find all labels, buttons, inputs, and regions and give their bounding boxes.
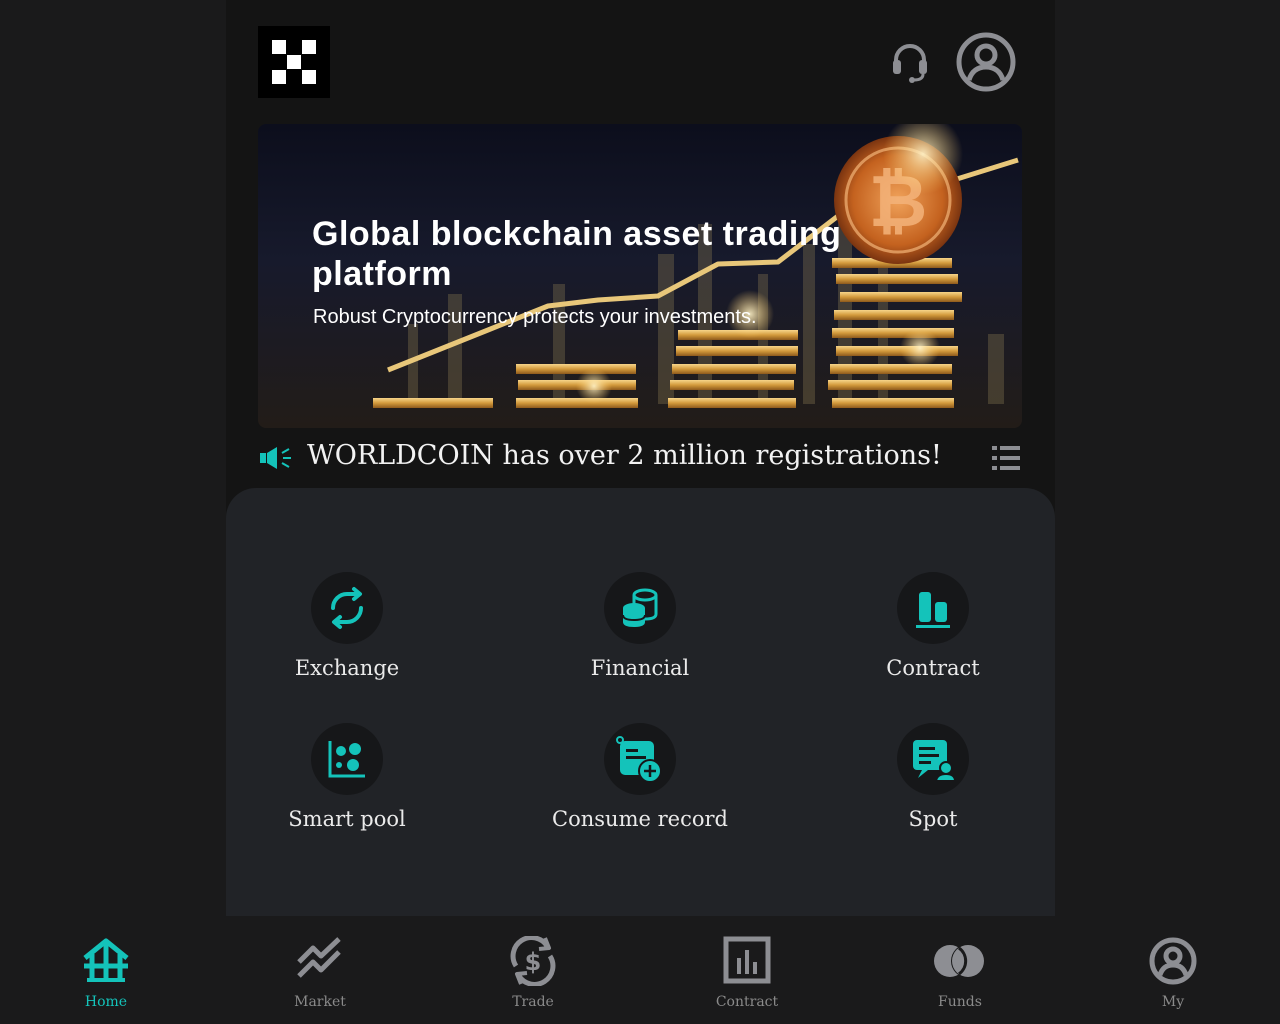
top-bar — [226, 0, 1055, 118]
banner-subtitle: Robust Cryptocurrency protects your inve… — [313, 306, 757, 328]
feature-exchange[interactable]: Exchange — [247, 572, 447, 702]
tab-market[interactable]: Market — [260, 936, 380, 1016]
bottom-tab-bar: Home Market $ Trade Contract Funds My — [0, 916, 1280, 1024]
market-trend-icon — [297, 937, 341, 978]
tab-label: Contract — [715, 994, 779, 1010]
feature-consume-record[interactable]: Consume record — [540, 723, 740, 853]
okx-logo[interactable] — [258, 26, 330, 98]
bar-chart-icon — [897, 572, 969, 644]
tab-label: My — [1161, 994, 1185, 1010]
feature-smart-pool[interactable]: Smart pool — [247, 723, 447, 853]
feature-label: Financial — [590, 656, 690, 680]
tab-label: Trade — [512, 994, 554, 1010]
home-icon — [83, 938, 129, 982]
notice-text: WORLDCOIN has over 2 million registratio… — [307, 440, 942, 471]
scatter-dots-icon — [311, 723, 383, 795]
tab-trade[interactable]: $ Trade — [473, 936, 593, 1016]
okx-logo-icon — [272, 40, 316, 84]
notice-bar[interactable]: WORLDCOIN has over 2 million registratio… — [226, 436, 1055, 480]
feature-label: Exchange — [294, 656, 400, 680]
user-circle-icon[interactable] — [956, 32, 1016, 92]
tab-funds[interactable]: Funds — [900, 936, 1020, 1016]
exchange-icon — [311, 572, 383, 644]
my-user-icon — [1149, 937, 1197, 985]
feature-financial[interactable]: Financial — [540, 572, 740, 702]
feature-panel: Exchange Financial Contract Smart pool C… — [226, 488, 1055, 916]
headset-icon[interactable] — [890, 40, 930, 84]
coins-stack-icon — [604, 572, 676, 644]
tab-home[interactable]: Home — [46, 936, 166, 1016]
banner-title: Global blockchain asset trading platform — [312, 215, 842, 293]
spot-document-icon — [897, 723, 969, 795]
feature-label: Contract — [886, 656, 980, 680]
tab-contract[interactable]: Contract — [687, 936, 807, 1016]
tab-label: Market — [294, 994, 346, 1010]
tab-label: Funds — [938, 994, 982, 1010]
feature-spot[interactable]: Spot — [833, 723, 1033, 853]
svg-text:$: $ — [525, 948, 542, 976]
feature-label: Spot — [908, 807, 958, 831]
feature-label: Consume record — [552, 807, 728, 831]
app-container: ₿ Global blockchain asset trading platfo… — [226, 0, 1055, 916]
promo-banner[interactable]: ₿ Global blockchain asset trading platfo… — [258, 124, 1022, 428]
funds-circles-icon — [934, 944, 985, 978]
tab-my[interactable]: My — [1113, 936, 1233, 1016]
tab-label: Home — [84, 994, 128, 1010]
speaker-icon — [260, 447, 291, 469]
record-add-icon — [604, 723, 676, 795]
trade-dollar-icon: $ — [510, 936, 556, 986]
feature-contract[interactable]: Contract — [833, 572, 1033, 702]
list-icon[interactable] — [992, 444, 1020, 472]
contract-chart-icon — [723, 936, 771, 984]
feature-label: Smart pool — [288, 807, 406, 831]
